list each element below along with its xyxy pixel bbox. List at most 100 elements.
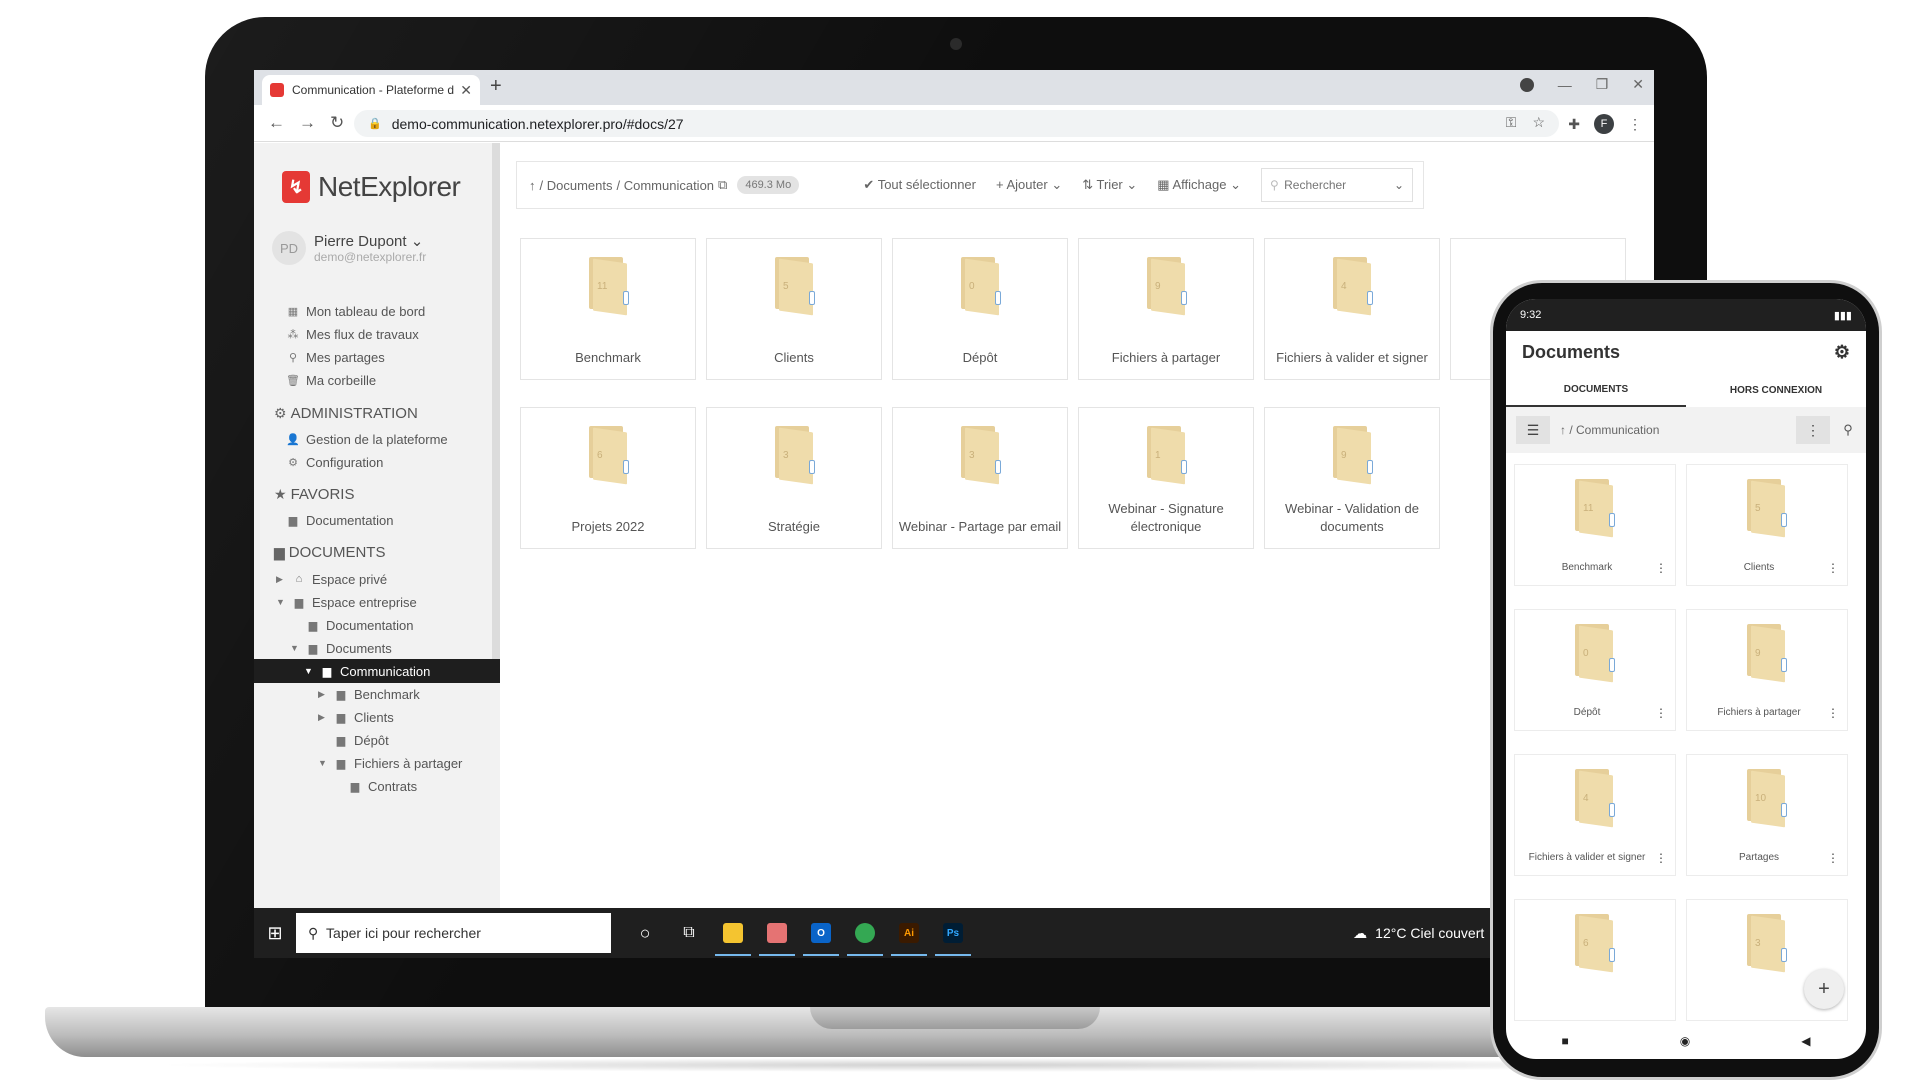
more-options-icon[interactable]: ⋮	[1827, 561, 1839, 575]
select-all-button[interactable]: ✔ Tout sélectionner	[863, 177, 976, 193]
hamburger-menu-icon[interactable]: ☰	[1516, 416, 1550, 444]
chevron-down-icon[interactable]: ▼	[290, 643, 300, 653]
outlook-icon[interactable]: O	[799, 908, 843, 958]
illustrator-icon[interactable]: Ai	[887, 908, 931, 958]
folder-card[interactable]: 4 Fichiers à valider et signer	[1264, 238, 1440, 380]
chevron-down-icon[interactable]: ⌄	[1394, 178, 1404, 192]
display-button[interactable]: ▦ Affichage ⌄	[1157, 177, 1241, 193]
chevron-down-icon[interactable]: ▼	[276, 597, 286, 607]
forward-icon[interactable]: →	[299, 113, 316, 133]
search-input[interactable]	[1282, 177, 1394, 193]
more-options-icon[interactable]: ⋮	[1827, 706, 1839, 720]
folder-card[interactable]: 11 Benchmark	[520, 238, 696, 380]
phone-folder-card[interactable]: 10 Partages ⋮	[1686, 754, 1848, 876]
browser-menu-icon[interactable]: ⋮	[1628, 116, 1642, 133]
close-tab-icon[interactable]: ✕	[460, 82, 472, 99]
tab-documents[interactable]: DOCUMENTS	[1506, 373, 1686, 407]
back-icon[interactable]: ←	[268, 113, 285, 133]
tree-item-company-space[interactable]: ▼ ▆ Espace entreprise	[254, 590, 500, 614]
copy-icon[interactable]: ⧉	[718, 177, 727, 193]
phone-folder-card[interactable]: 6	[1514, 899, 1676, 1021]
sidebar-item-trash[interactable]: 🗑 Ma corbeille	[254, 368, 500, 392]
dashboard-icon: ▦	[287, 305, 299, 318]
sidebar-item-shares[interactable]: ⚲ Mes partages	[254, 345, 500, 369]
home-icon[interactable]: ◉	[1680, 1034, 1690, 1048]
tree-item-depot[interactable]: ▆ Dépôt	[254, 728, 500, 752]
extensions-icon[interactable]: ✚	[1568, 116, 1580, 133]
cortana-icon[interactable]: ○	[623, 908, 667, 958]
tree-item-documents[interactable]: ▼ ▆ Documents	[254, 636, 500, 660]
tree-item-files-to-share[interactable]: ▼ ▆ Fichiers à partager	[254, 751, 500, 775]
taskbar-search[interactable]: ⚲ Taper ici pour rechercher	[296, 913, 611, 953]
tree-item-benchmark[interactable]: ▶ ▆ Benchmark	[254, 682, 500, 706]
folder-card[interactable]: 9 Fichiers à partager	[1078, 238, 1254, 380]
user-menu[interactable]: PD Pierre Dupont ⌄ demo@netexplorer.fr	[272, 231, 426, 265]
folder-card[interactable]: 0 Dépôt	[892, 238, 1068, 380]
minimize-icon[interactable]: —	[1558, 77, 1572, 93]
breadcrumb-communication[interactable]: / Communication	[616, 178, 714, 193]
more-options-icon[interactable]: ⋮	[1655, 706, 1667, 720]
breadcrumb-documents[interactable]: / Documents	[540, 178, 613, 193]
windows-start-icon[interactable]: ⊞	[254, 923, 296, 944]
folder-card[interactable]: 3 Stratégie	[706, 407, 882, 549]
profile-avatar[interactable]: F	[1594, 114, 1614, 134]
phone-folder-card[interactable]: 0 Dépôt ⋮	[1514, 609, 1676, 731]
app-icon[interactable]	[755, 908, 799, 958]
folder-card[interactable]: 1 Webinar - Signature électronique	[1078, 407, 1254, 549]
sort-button[interactable]: ⇅ Trier ⌄	[1082, 177, 1137, 193]
phone-folder-card[interactable]: 4 Fichiers à valider et signer ⋮	[1514, 754, 1676, 876]
chevron-down-icon[interactable]: ▼	[318, 758, 328, 768]
more-options-icon[interactable]: ⋮	[1827, 851, 1839, 865]
chevron-right-icon[interactable]: ▶	[276, 574, 286, 585]
add-button[interactable]: + Ajouter ⌄	[996, 177, 1062, 193]
chevron-right-icon[interactable]: ▶	[318, 712, 328, 723]
sidebar-item-workflows[interactable]: ⁂ Mes flux de travaux	[254, 322, 500, 346]
phone-folder-card[interactable]: 9 Fichiers à partager ⋮	[1686, 609, 1848, 731]
search-box[interactable]: ⚲ ⌄	[1261, 168, 1413, 202]
chevron-right-icon[interactable]: ▶	[318, 689, 328, 700]
tab-offline[interactable]: HORS CONNEXION	[1686, 373, 1866, 407]
sidebar-item-platform[interactable]: 👤 Gestion de la plateforme	[254, 427, 500, 451]
tree-item-documentation[interactable]: ▆ Documentation	[254, 613, 500, 637]
up-arrow-icon[interactable]: ↑	[529, 178, 536, 193]
add-fab-button[interactable]: +	[1804, 969, 1844, 1009]
phone-folder-card[interactable]: 11 Benchmark ⋮	[1514, 464, 1676, 586]
photoshop-icon[interactable]: Ps	[931, 908, 975, 958]
file-explorer-icon[interactable]	[711, 908, 755, 958]
tree-item-contracts[interactable]: ▆ Contrats	[254, 774, 500, 798]
more-options-icon[interactable]: ⋮	[1655, 851, 1667, 865]
sidebar-item-dashboard[interactable]: ▦ Mon tableau de bord	[254, 299, 500, 323]
close-window-icon[interactable]: ✕	[1632, 76, 1644, 93]
more-options-icon[interactable]: ⋮	[1796, 416, 1830, 444]
folder-card[interactable]: 9 Webinar - Validation de documents	[1264, 407, 1440, 549]
phone-breadcrumb[interactable]: ↑ / Communication	[1560, 423, 1796, 437]
browser-tab[interactable]: Communication - Plateforme de ✕	[262, 75, 480, 105]
chevron-down-icon[interactable]: ▼	[304, 666, 314, 676]
recent-apps-icon[interactable]: ■	[1562, 1034, 1569, 1048]
extension-icon[interactable]	[1519, 77, 1534, 92]
maximize-icon[interactable]: ❐	[1596, 76, 1609, 93]
tree-item-communication[interactable]: ▼ ▆ Communication	[254, 659, 500, 683]
gear-icon[interactable]: ⚙	[1834, 342, 1850, 363]
search-icon[interactable]: ⚲	[1830, 422, 1866, 438]
folder-card[interactable]: 6 Projets 2022	[520, 407, 696, 549]
app-logo[interactable]: ↯ NetExplorer	[282, 171, 461, 203]
reload-icon[interactable]: ↻	[330, 113, 344, 133]
sidebar-item-configuration[interactable]: ⚙ Configuration	[254, 450, 500, 474]
back-icon[interactable]: ◀	[1801, 1034, 1810, 1048]
toolbar: ↑ / Documents / Communication ⧉ 469.3 Mo…	[516, 161, 1424, 209]
more-options-icon[interactable]: ⋮	[1655, 561, 1667, 575]
new-tab-button[interactable]: +	[490, 75, 502, 98]
chrome-icon[interactable]	[843, 908, 887, 958]
tree-item-clients[interactable]: ▶ ▆ Clients	[254, 705, 500, 729]
bookmark-star-icon[interactable]: ☆	[1532, 114, 1545, 131]
folder-card[interactable]: 3 Webinar - Partage par email	[892, 407, 1068, 549]
folder-card[interactable]: 5 Clients	[706, 238, 882, 380]
url-field[interactable]: 🔒 demo-communication.netexplorer.pro/#do…	[354, 110, 1559, 137]
task-view-icon[interactable]: ⧉	[667, 908, 711, 958]
sidebar-item-favorite-documentation[interactable]: ▆ Documentation	[254, 508, 500, 532]
weather-widget[interactable]: ☁ 12°C Ciel couvert ⌃	[1353, 908, 1504, 958]
phone-folder-card[interactable]: 5 Clients ⋮	[1686, 464, 1848, 586]
key-icon[interactable]: ⚿	[1506, 114, 1517, 131]
tree-item-private-space[interactable]: ▶ ⌂ Espace privé	[254, 567, 500, 591]
